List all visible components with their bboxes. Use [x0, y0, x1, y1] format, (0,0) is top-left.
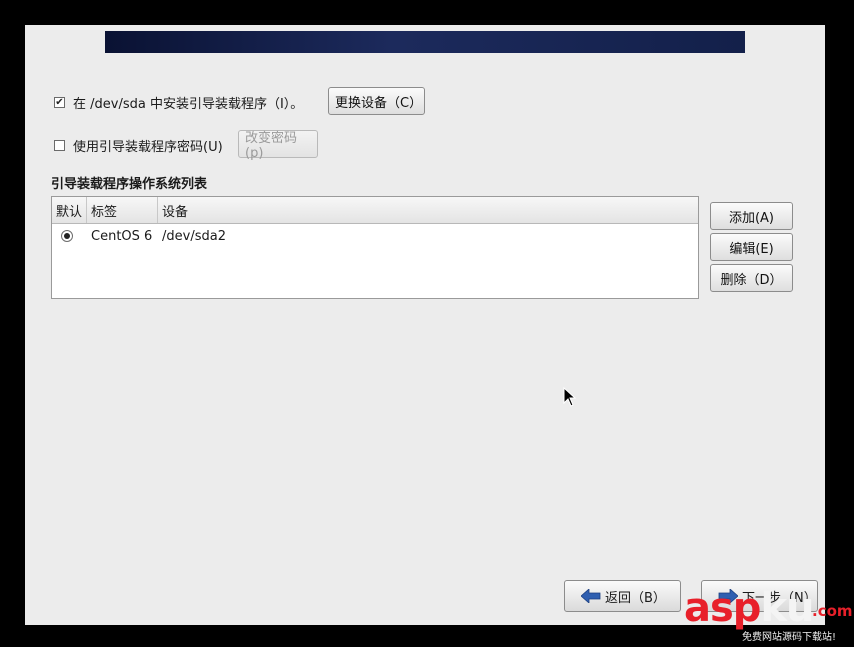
back-label: 返回（B） [605, 590, 666, 606]
change-device-button[interactable]: 更换设备（C） [328, 87, 425, 115]
checkmark-icon: ✔ [55, 96, 64, 108]
column-header-label[interactable]: 标签 [87, 197, 158, 223]
os-list-title: 引导装载程序操作系统列表 [51, 177, 208, 192]
row-device: /dev/sda2 [162, 228, 226, 244]
column-header-device[interactable]: 设备 [158, 197, 698, 223]
back-button[interactable]: 返回（B） [564, 580, 681, 612]
installer-window: ✔ 在 /dev/sda 中安装引导装载程序（I）。 更换设备（C） 使用引导装… [25, 25, 825, 625]
change-password-button[interactable]: 改变密码(p) [238, 130, 318, 161]
column-header-default[interactable]: 默认 [52, 197, 87, 223]
table-row[interactable]: CentOS 6 /dev/sda2 [52, 224, 698, 248]
os-list-table[interactable]: 默认 标签 设备 CentOS 6 /dev/sda2 [51, 196, 699, 299]
watermark-tld: .com [812, 602, 853, 620]
table-header: 默认 标签 设备 [52, 197, 698, 224]
row-label: CentOS 6 [91, 228, 153, 244]
watermark-brand-white: ku [760, 585, 814, 631]
watermark-brand-red: asp [684, 585, 761, 631]
mouse-pointer-icon [563, 386, 577, 411]
edit-button[interactable]: 编辑(E) [710, 233, 793, 261]
use-password-checkbox[interactable] [54, 140, 65, 151]
add-button[interactable]: 添加(A) [710, 202, 793, 230]
install-bootloader-checkbox[interactable]: ✔ [54, 97, 65, 108]
arrow-left-icon [581, 589, 601, 603]
install-bootloader-option[interactable]: ✔ 在 /dev/sda 中安装引导装载程序（I）。 [54, 93, 303, 112]
watermark: aspku .com 免费网站源码下载站! [684, 586, 854, 647]
use-password-label: 使用引导装载程序密码(U) [73, 140, 223, 155]
use-password-option[interactable]: 使用引导装载程序密码(U) [54, 136, 223, 155]
delete-button[interactable]: 删除（D） [710, 264, 793, 292]
radio-selected-icon[interactable] [61, 230, 73, 242]
header-banner [105, 31, 745, 53]
install-bootloader-label: 在 /dev/sda 中安装引导装载程序（I）。 [73, 97, 304, 112]
watermark-tagline: 免费网站源码下载站! [742, 632, 837, 643]
